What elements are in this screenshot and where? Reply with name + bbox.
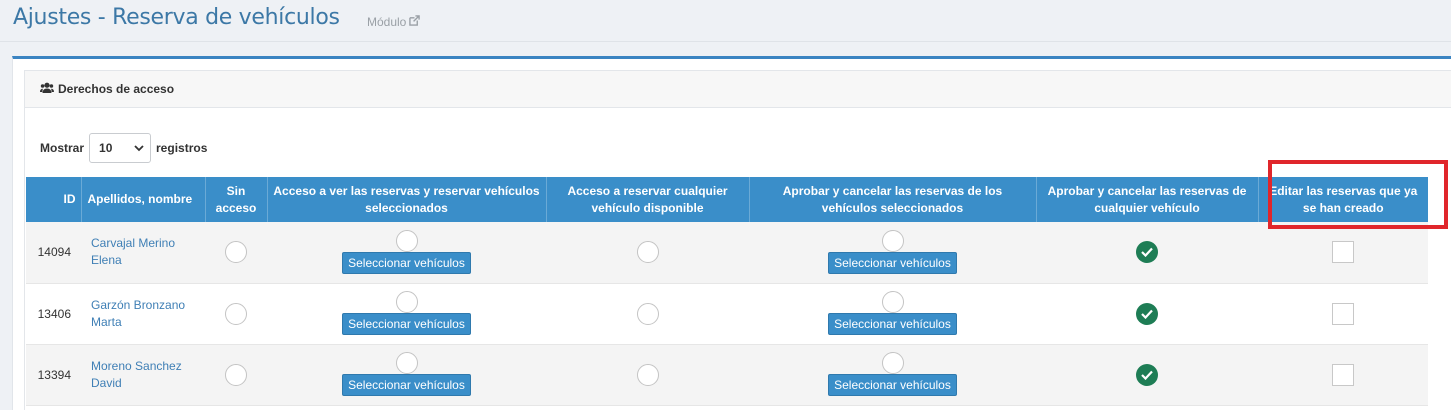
- reserve-any-radio[interactable]: [636, 363, 659, 386]
- chevron-down-icon: [134, 141, 144, 155]
- cell-view-selected: Seleccionar vehículos: [267, 222, 546, 284]
- panel-header: Derechos de acceso: [25, 71, 1451, 108]
- column-header-approve-any[interactable]: Aprobar y cancelar las reservas de cualq…: [1036, 177, 1259, 222]
- users-icon: [40, 82, 54, 97]
- approve-selected-radio[interactable]: [881, 291, 904, 313]
- page-length-control: Mostrar 10 registros: [40, 133, 207, 163]
- table-row: 13394 Moreno Sanchez David Seleccionar v…: [26, 344, 1428, 406]
- page-header: Ajustes - Reserva de vehículos Módulo: [0, 0, 1451, 42]
- select-vehicles-button[interactable]: Seleccionar vehículos: [828, 313, 957, 335]
- cell-approve-selected: Seleccionar vehículos: [749, 344, 1036, 406]
- cell-edit-reservations: [1258, 283, 1428, 345]
- table-row: 13406 Garzón Bronzano Marta Seleccionar …: [26, 283, 1428, 345]
- check-circle-icon[interactable]: [1136, 363, 1158, 386]
- cell-approve-any: [1036, 222, 1258, 284]
- reserve-any-radio[interactable]: [636, 241, 659, 264]
- column-header-id[interactable]: ID: [26, 177, 82, 222]
- column-header-name[interactable]: Apellidos, nombre: [81, 177, 206, 222]
- row-name-link[interactable]: Garzón Bronzano Marta: [81, 283, 205, 345]
- row-id: 13406: [26, 283, 81, 345]
- no-access-radio[interactable]: [225, 241, 247, 264]
- module-link-label: Módulo: [367, 15, 407, 29]
- row-name-link[interactable]: Moreno Sanchez David: [81, 344, 205, 406]
- length-prefix: Mostrar: [40, 141, 85, 155]
- view-selected-radio[interactable]: [395, 352, 418, 374]
- access-rights-table: ID Apellidos, nombre Sin acceso Acceso a…: [26, 177, 1428, 406]
- column-header-edit-reservations[interactable]: Editar las reservas que ya se han creado: [1258, 177, 1428, 222]
- select-vehicles-button[interactable]: Seleccionar vehículos: [342, 374, 471, 396]
- column-header-no-access[interactable]: Sin acceso: [205, 177, 268, 222]
- cell-no-access: [205, 222, 267, 284]
- select-vehicles-button[interactable]: Seleccionar vehículos: [828, 251, 957, 274]
- table-row: 14094 Carvajal Merino Elena Seleccionar …: [26, 222, 1428, 284]
- cell-no-access: [205, 283, 267, 345]
- edit-reservations-checkbox[interactable]: [1332, 241, 1354, 264]
- edit-reservations-checkbox[interactable]: [1332, 363, 1354, 386]
- edit-reservations-checkbox[interactable]: [1332, 302, 1354, 325]
- check-circle-icon[interactable]: [1136, 241, 1158, 264]
- row-id: 13394: [26, 344, 81, 406]
- cell-reserve-any: [546, 283, 749, 345]
- column-header-approve-selected[interactable]: Aprobar y cancelar las reservas de los v…: [749, 177, 1037, 222]
- select-vehicles-button[interactable]: Seleccionar vehículos: [828, 374, 957, 396]
- cell-reserve-any: [546, 222, 749, 284]
- view-selected-radio[interactable]: [395, 229, 418, 252]
- no-access-radio[interactable]: [225, 302, 247, 325]
- cell-no-access: [205, 344, 267, 406]
- view-selected-radio[interactable]: [395, 291, 418, 313]
- cell-approve-selected: Seleccionar vehículos: [749, 283, 1036, 345]
- check-circle-icon[interactable]: [1136, 302, 1158, 325]
- reserve-any-radio[interactable]: [636, 302, 659, 325]
- cell-reserve-any: [546, 344, 749, 406]
- row-id: 14094: [26, 222, 81, 284]
- page-title: Ajustes - Reserva de vehículos: [13, 5, 340, 30]
- panel-title: Derechos de acceso: [58, 82, 175, 96]
- external-link-icon: [409, 15, 421, 29]
- table-header-row: ID Apellidos, nombre Sin acceso Acceso a…: [26, 177, 1428, 222]
- module-link[interactable]: Módulo: [367, 15, 421, 29]
- column-header-view-selected[interactable]: Acceso a ver las reservas y reservar veh…: [267, 177, 547, 222]
- approve-selected-radio[interactable]: [881, 229, 904, 252]
- cell-view-selected: Seleccionar vehículos: [267, 283, 546, 345]
- cell-edit-reservations: [1258, 222, 1428, 284]
- length-suffix: registros: [156, 141, 208, 155]
- page-length-value: 10: [99, 141, 113, 155]
- cell-view-selected: Seleccionar vehículos: [267, 344, 546, 406]
- approve-selected-radio[interactable]: [881, 352, 904, 374]
- select-vehicles-button[interactable]: Seleccionar vehículos: [342, 313, 471, 335]
- select-vehicles-button[interactable]: Seleccionar vehículos: [342, 251, 471, 274]
- column-header-reserve-any[interactable]: Acceso a reservar cualquier vehículo dis…: [546, 177, 750, 222]
- row-name-link[interactable]: Carvajal Merino Elena: [81, 222, 205, 284]
- cell-approve-any: [1036, 283, 1258, 345]
- cell-approve-selected: Seleccionar vehículos: [749, 222, 1036, 284]
- cell-approve-any: [1036, 344, 1258, 406]
- no-access-radio[interactable]: [225, 363, 247, 386]
- page-length-select[interactable]: 10: [89, 133, 152, 163]
- cell-edit-reservations: [1258, 344, 1428, 406]
